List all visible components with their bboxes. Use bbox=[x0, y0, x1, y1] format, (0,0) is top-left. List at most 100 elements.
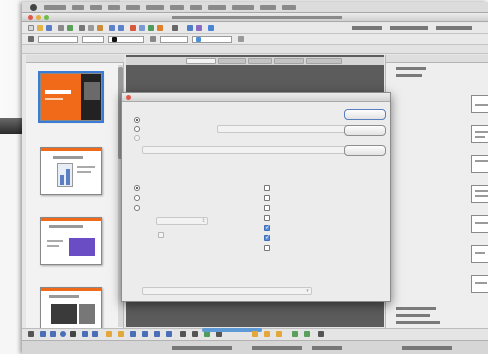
arrange-icon[interactable] bbox=[264, 331, 270, 337]
area-style-select[interactable] bbox=[160, 36, 188, 43]
menu-item[interactable] bbox=[208, 5, 226, 10]
undo-icon[interactable] bbox=[109, 25, 115, 31]
cut-icon[interactable] bbox=[79, 25, 85, 31]
chart-icon[interactable] bbox=[130, 25, 136, 31]
menu-item[interactable] bbox=[260, 5, 276, 10]
mouse-pointer-visible-checkbox[interactable] bbox=[264, 195, 270, 201]
presentation-always-on-top-checkbox[interactable] bbox=[264, 245, 270, 251]
points-icon[interactable] bbox=[180, 331, 186, 337]
mouse-pointer-as-pen-checkbox[interactable] bbox=[264, 205, 270, 211]
group-icon[interactable] bbox=[276, 331, 282, 337]
apple-icon[interactable] bbox=[30, 4, 37, 11]
cancel-button[interactable] bbox=[344, 125, 386, 136]
save-icon[interactable] bbox=[46, 25, 52, 31]
slide-number bbox=[28, 225, 36, 230]
show-logo-checkbox[interactable] bbox=[158, 232, 164, 238]
slide-title-bar bbox=[45, 90, 71, 94]
layout-thumbnail[interactable] bbox=[471, 245, 488, 263]
layout-thumbnail[interactable] bbox=[471, 185, 488, 203]
menu-item[interactable] bbox=[126, 5, 140, 10]
change-slides-by-clicking-checkbox[interactable] bbox=[264, 234, 270, 242]
navigator-icon[interactable] bbox=[196, 25, 202, 31]
text-icon[interactable] bbox=[70, 331, 76, 337]
fontwork-icon[interactable] bbox=[192, 331, 198, 337]
navigator-visible-checkbox[interactable] bbox=[264, 215, 270, 221]
paste-icon[interactable] bbox=[97, 25, 103, 31]
image-icon[interactable] bbox=[148, 25, 154, 31]
curve-icon[interactable] bbox=[82, 331, 88, 337]
help-icon[interactable] bbox=[208, 25, 214, 31]
redo-icon[interactable] bbox=[118, 25, 124, 31]
pause-duration-field[interactable]: ↕ bbox=[156, 217, 208, 225]
new-icon[interactable] bbox=[28, 25, 34, 31]
close-icon[interactable] bbox=[28, 15, 33, 20]
spellcheck-icon[interactable] bbox=[67, 25, 73, 31]
tab-slide-sorter[interactable] bbox=[306, 58, 342, 64]
flowchart-icon[interactable] bbox=[142, 331, 148, 337]
copy-icon[interactable] bbox=[88, 25, 94, 31]
slide-thumbnail[interactable] bbox=[40, 147, 102, 195]
rectangle-icon[interactable] bbox=[50, 331, 56, 337]
text-icon[interactable] bbox=[172, 25, 178, 31]
line-width-field[interactable] bbox=[82, 36, 104, 43]
tab-handout[interactable] bbox=[274, 58, 304, 64]
tab-outline[interactable] bbox=[218, 58, 246, 64]
line-style-icon[interactable] bbox=[28, 36, 34, 42]
ellipse-icon[interactable] bbox=[60, 331, 66, 337]
open-icon[interactable] bbox=[37, 25, 43, 31]
callout-icon[interactable] bbox=[154, 331, 160, 337]
zoom-icon[interactable] bbox=[44, 15, 49, 20]
change-slides-manually-checkbox[interactable] bbox=[264, 185, 270, 191]
display-select[interactable]: ▾ bbox=[142, 287, 312, 295]
layout-thumbnail[interactable] bbox=[471, 125, 488, 143]
line-icon[interactable] bbox=[40, 331, 46, 337]
menu-item[interactable] bbox=[44, 5, 66, 10]
menu-item[interactable] bbox=[190, 5, 202, 10]
rotate-icon[interactable] bbox=[292, 331, 298, 337]
line-style-select[interactable] bbox=[38, 36, 78, 43]
layout-thumbnail[interactable] bbox=[471, 155, 488, 173]
layout-thumbnail[interactable] bbox=[471, 95, 488, 113]
animations-allowed-checkbox[interactable] bbox=[264, 224, 270, 232]
type-window-radio[interactable] bbox=[134, 195, 140, 201]
slide-thumbnail[interactable] bbox=[40, 217, 102, 265]
layout-thumbnail[interactable] bbox=[471, 215, 488, 233]
slide-thumbnail[interactable] bbox=[38, 71, 104, 123]
menu-item[interactable] bbox=[146, 5, 164, 10]
ok-button[interactable] bbox=[344, 109, 386, 120]
layout-line bbox=[475, 252, 485, 254]
menu-item[interactable] bbox=[170, 5, 184, 10]
menu-item[interactable] bbox=[282, 5, 296, 10]
range-custom-show-radio[interactable] bbox=[134, 135, 140, 141]
symbol-icon[interactable] bbox=[118, 331, 124, 337]
connector-icon[interactable] bbox=[92, 331, 98, 337]
menu-item[interactable] bbox=[90, 5, 102, 10]
area-icon[interactable] bbox=[150, 36, 156, 42]
range-all-slides-radio[interactable] bbox=[134, 117, 140, 123]
tab-notes[interactable] bbox=[248, 58, 272, 64]
gallery-icon[interactable] bbox=[187, 25, 193, 31]
menu-item[interactable] bbox=[232, 5, 254, 10]
select-icon[interactable] bbox=[28, 331, 34, 337]
help-button[interactable] bbox=[344, 145, 386, 156]
menu-item[interactable] bbox=[108, 5, 120, 10]
shapes-icon[interactable] bbox=[106, 331, 112, 337]
type-auto-radio[interactable] bbox=[134, 205, 140, 211]
shapes-icon[interactable] bbox=[157, 25, 163, 31]
3d-icon[interactable] bbox=[304, 331, 310, 337]
align-icon[interactable] bbox=[252, 331, 258, 337]
glue-icon[interactable] bbox=[318, 331, 324, 337]
shadow-icon[interactable] bbox=[238, 36, 244, 42]
type-default-radio[interactable] bbox=[134, 185, 140, 191]
arrow-icon[interactable] bbox=[130, 331, 136, 337]
layout-thumbnail[interactable] bbox=[471, 275, 488, 293]
menu-item[interactable] bbox=[72, 5, 84, 10]
range-from-select[interactable]: ▾ bbox=[217, 125, 352, 133]
table-icon[interactable] bbox=[139, 25, 145, 31]
print-icon[interactable] bbox=[58, 25, 64, 31]
custom-show-select[interactable]: ▾ bbox=[142, 146, 367, 154]
minimize-icon[interactable] bbox=[36, 15, 41, 20]
star-icon[interactable] bbox=[166, 331, 172, 337]
tab-normal[interactable] bbox=[186, 58, 216, 64]
range-from-radio[interactable] bbox=[134, 126, 140, 132]
